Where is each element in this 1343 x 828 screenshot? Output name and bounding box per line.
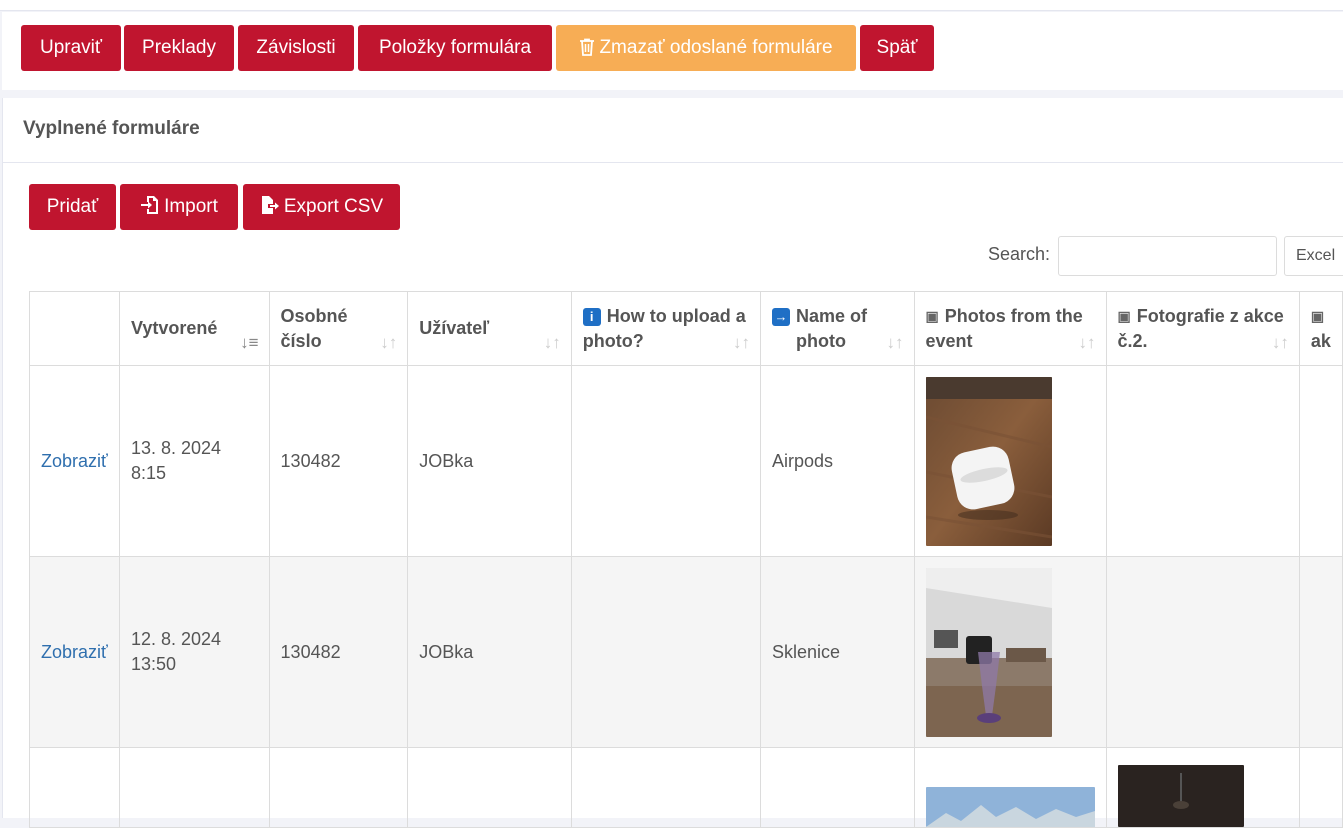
event-photo-thumbnail[interactable] <box>925 376 1052 546</box>
table-row <box>29 747 1343 828</box>
truncated-cell <box>1298 556 1343 748</box>
image-icon: ▣ <box>1310 307 1325 324</box>
import-icon <box>141 196 159 214</box>
header-label: Osobné číslo <box>280 305 348 351</box>
form-items-button[interactable]: Položky formulára <box>358 25 552 71</box>
column-header-name-of-photo[interactable]: → Name of photo ↓↑ <box>759 291 915 366</box>
event-photo-cell <box>913 556 1107 748</box>
user-cell: JOBka <box>407 556 572 748</box>
dependencies-button-label: Závislosti <box>256 37 336 58</box>
photo-name-cell: Airpods <box>759 365 915 557</box>
edit-button[interactable]: Upraviť <box>21 25 121 71</box>
event-photo-thumbnail[interactable] <box>925 567 1052 737</box>
delete-submitted-label: Zmazať odoslané formuláre <box>599 37 833 58</box>
import-button[interactable]: Import <box>120 184 238 230</box>
truncated-cell <box>1298 365 1343 557</box>
how-to-cell <box>570 365 761 557</box>
column-header-user[interactable]: Užívateľ ↓↑ <box>407 291 572 366</box>
back-button-label: Späť <box>876 37 918 58</box>
translations-button[interactable]: Preklady <box>124 25 234 71</box>
image-icon: ▣ <box>925 307 939 324</box>
add-button[interactable]: Pridať <box>29 184 116 230</box>
how-to-cell <box>570 747 761 828</box>
sort-icon: ↓↑ <box>732 333 750 352</box>
column-header-created[interactable]: Vytvorené ↓≡ <box>118 291 270 366</box>
column-header-photos-event[interactable]: ▣ Photos from the event ↓↑ <box>913 291 1107 366</box>
dependencies-button[interactable]: Závislosti <box>238 25 354 71</box>
arrow-right-icon: → <box>771 307 790 326</box>
personal-number-cell: 130482 <box>268 556 409 748</box>
add-button-label: Pridať <box>46 196 99 217</box>
table-row: Zobraziť 13. 8. 2024 8:15 130482 JOBka A… <box>29 365 1343 557</box>
column-header-photos-event-2[interactable]: ▣ Fotografie z akce č.2. ↓↑ <box>1105 291 1300 366</box>
view-link[interactable]: Zobraziť <box>41 451 108 471</box>
column-header-truncated[interactable]: ▣ ak <box>1298 291 1343 366</box>
row-action-cell: Zobraziť <box>29 365 120 557</box>
sort-icon: ↓↑ <box>886 333 904 352</box>
submitted-forms-table: Vytvorené ↓≡ Osobné číslo ↓↑ Užívateľ ↓↑ iH… <box>29 291 1343 828</box>
user-cell <box>407 747 572 828</box>
header-label: Photos from the event <box>925 305 1083 351</box>
created-cell <box>118 747 270 828</box>
header-label: Užívateľ <box>419 318 490 338</box>
event-photo-cell <box>913 365 1107 557</box>
view-link[interactable]: Zobraziť <box>41 642 108 662</box>
row-action-cell <box>29 747 120 828</box>
created-cell: 12. 8. 2024 13:50 <box>118 556 270 748</box>
how-to-cell <box>570 556 761 748</box>
sort-icon: ↓↑ <box>380 333 398 352</box>
top-bar <box>0 0 1343 11</box>
search-input[interactable] <box>1058 236 1277 276</box>
event-photo-2-cell <box>1105 365 1300 557</box>
truncated-cell <box>1298 747 1343 828</box>
header-label: ak <box>1310 330 1331 351</box>
sort-icon: ↓↑ <box>543 333 561 352</box>
personal-number-cell: 130482 <box>268 365 409 557</box>
created-cell: 13. 8. 2024 8:15 <box>118 365 270 557</box>
sort-desc-icon: ↓≡ <box>240 333 259 352</box>
image-icon: ▣ <box>1117 307 1131 324</box>
table-row: Zobraziť 12. 8. 2024 13:50 130482 JOBka … <box>29 556 1343 748</box>
table-header-row: Vytvorené ↓≡ Osobné číslo ↓↑ Užívateľ ↓↑ iH… <box>29 291 1343 366</box>
header-label: Vytvorené <box>130 318 218 338</box>
back-button[interactable]: Späť <box>860 25 934 71</box>
search-label: Search: <box>988 244 1051 264</box>
export-csv-button[interactable]: Export CSV <box>243 184 400 230</box>
form-toolbar: Upraviť Preklady Závislosti Položky form… <box>2 12 1343 90</box>
translations-button-label: Preklady <box>142 37 216 58</box>
column-header-actions <box>29 291 120 366</box>
export-csv-button-label: Export CSV <box>283 196 384 217</box>
edit-button-label: Upraviť <box>39 37 103 58</box>
event-photo-thumbnail[interactable] <box>925 787 1095 827</box>
header-label: How to upload a photo? <box>582 305 746 351</box>
panel-title: Vyplnené formuláre <box>23 118 200 139</box>
event-photo-2-cell <box>1105 556 1300 748</box>
header-label: Name of photo <box>795 305 867 351</box>
event-photo-2-cell <box>1105 747 1300 828</box>
photo-name-cell <box>759 747 915 828</box>
trash-icon <box>580 38 595 56</box>
header-label: Fotografie z akce č.2. <box>1117 305 1284 351</box>
photo-name-cell: Sklenice <box>759 556 915 748</box>
import-button-label: Import <box>164 196 218 217</box>
column-header-personal-number[interactable]: Osobné číslo ↓↑ <box>268 291 409 366</box>
export-icon <box>261 196 279 214</box>
info-icon: i <box>582 307 601 326</box>
delete-submitted-button[interactable]: Zmazať odoslané formuláre <box>556 25 856 71</box>
panel-header: Vyplnené formuláre <box>3 98 1343 163</box>
sort-icon: ↓↑ <box>1271 333 1289 352</box>
form-items-button-label: Položky formulára <box>378 37 532 58</box>
event-photo-cell <box>913 747 1107 828</box>
excel-button[interactable]: Excel <box>1284 236 1343 276</box>
sort-icon: ↓↑ <box>1078 333 1096 352</box>
personal-number-cell <box>268 747 409 828</box>
column-header-how-to[interactable]: i How to upload a photo? ↓↑ <box>570 291 761 366</box>
user-cell: JOBka <box>407 365 572 557</box>
row-action-cell: Zobraziť <box>29 556 120 748</box>
